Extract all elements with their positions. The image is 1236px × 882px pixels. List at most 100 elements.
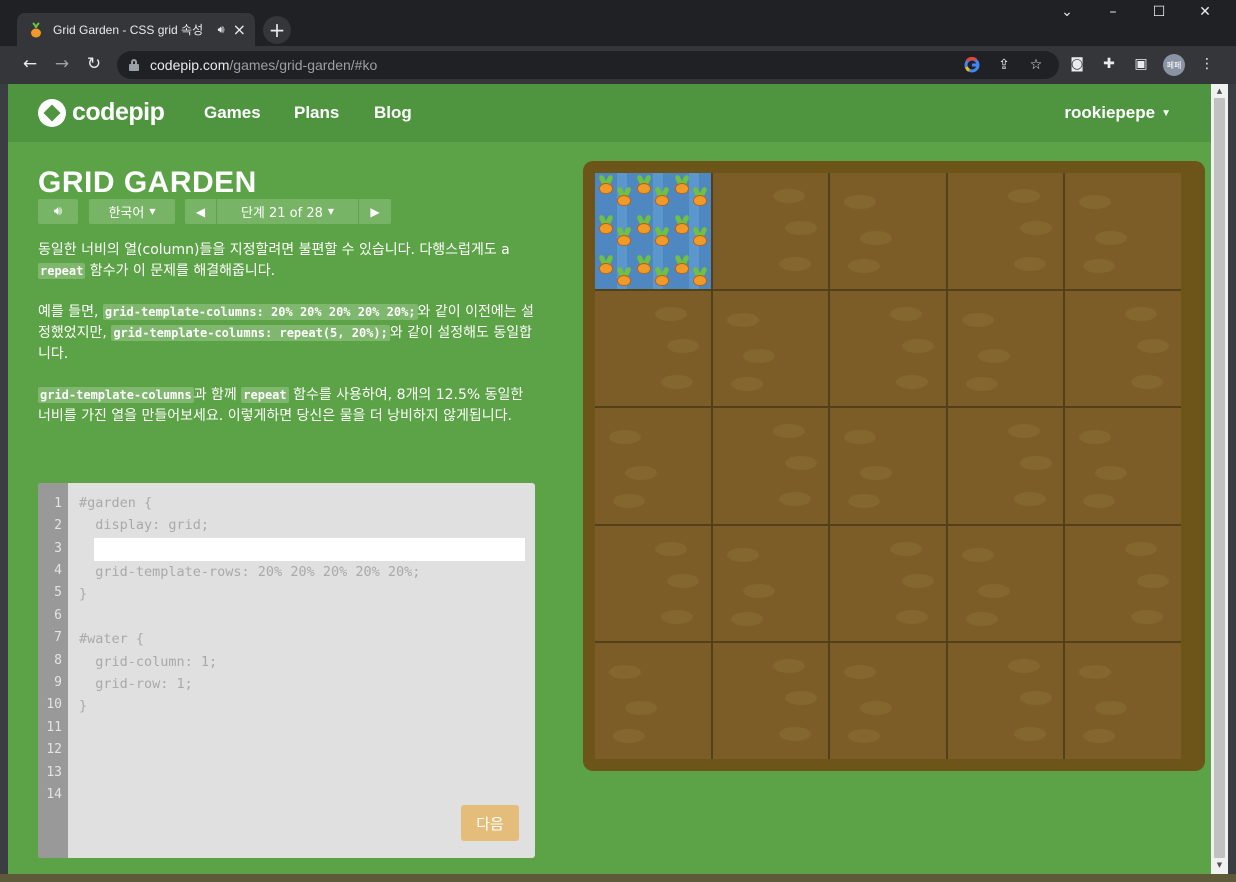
instruction-text: 함수가 이 문제를 해결해줍니다. [85,263,276,279]
carrot-icon [615,267,633,287]
soil-pebble [965,611,998,626]
scroll-thumb[interactable] [1214,98,1225,858]
desktop-background [0,874,1236,882]
code-snippet: repeat [241,387,289,403]
extensions-puzzle-icon[interactable]: ✚ [1100,56,1118,72]
soil-cell [595,525,711,642]
soil-cell [712,408,829,524]
garden-board [583,161,1205,771]
soil-pebble [625,466,657,481]
soil-pebble [1137,573,1170,588]
sound-toggle-button[interactable]: 🔊︎ [38,199,78,224]
soil-cell [712,173,829,289]
soil-pebble [1095,231,1128,245]
carrot-icon [597,255,615,275]
soil-pebble [778,492,811,507]
carrot-icon [635,175,653,195]
bookmark-star-icon[interactable]: ☆ [1027,57,1045,73]
minimize-icon[interactable]: – [1103,4,1123,20]
soil-pebble [1083,494,1116,509]
soil-pebble [1083,729,1116,744]
line-number: 11 [46,720,62,735]
soil-cell [830,290,946,407]
soil-pebble [772,424,805,439]
google-icon[interactable] [963,56,981,77]
caret-down-icon: ▼ [327,207,335,216]
scroll-up-icon[interactable]: ▲ [1211,87,1228,95]
soil-cell [1065,525,1181,642]
site-header: codepip Games Plans Blog rookiepepe ▼ [8,84,1211,142]
instruction-paragraph-2: 예를 들면, grid-template-columns: 20% 20% 20… [38,302,538,365]
page-viewport: codepip Games Plans Blog rookiepepe ▼ GRI… [8,84,1211,874]
code-line: } [79,586,88,602]
nav-plans-link[interactable]: Plans [294,103,339,123]
soil-cell [595,643,711,759]
instruction-text: 과 함께 [193,387,242,403]
tab-search-icon[interactable]: ⌄ [1057,4,1077,20]
browser-tab[interactable]: Grid Garden - CSS grid 속성 🔊︎ × [17,13,255,46]
language-select[interactable]: 한국어 ▼ [89,199,175,224]
soil-pebble [1095,701,1128,716]
soil-cell [712,643,829,759]
triangle-right-icon: ▶ [370,204,380,219]
speaker-icon[interactable]: 🔊︎ [218,23,225,37]
user-menu[interactable]: rookiepepe ▼ [1064,103,1171,123]
nav-games-link[interactable]: Games [204,103,261,123]
code-line: grid-row: 1; [79,676,193,692]
soil-pebble [844,430,877,445]
share-icon[interactable]: ⇪ [995,57,1013,73]
soil-cell [712,525,829,642]
new-tab-button[interactable]: + [263,16,291,44]
codepip-logo[interactable]: codepip [38,98,165,127]
previous-level-button[interactable]: ◀ [185,199,217,224]
soil-pebble [1125,306,1158,321]
soil-cell [1065,408,1181,524]
soil-pebble [1079,430,1112,445]
screenshot-camera-icon[interactable]: ◙ [1068,56,1086,72]
soil-pebble [661,609,693,624]
next-level-button[interactable]: ▶ [358,199,391,224]
line-number: 4 [54,563,62,578]
soil-pebble [961,547,994,562]
menu-kebab-icon[interactable]: ⋮ [1198,56,1216,72]
soil-pebble [844,195,877,209]
maximize-icon[interactable]: ☐ [1149,4,1169,20]
nav-blog-link[interactable]: Blog [374,103,412,123]
back-arrow-icon[interactable]: ← [19,54,41,74]
profile-avatar[interactable]: 페페 [1163,54,1185,76]
code-snippet: repeat [38,263,86,279]
soil-pebble [726,312,759,327]
instruction-paragraph-3: grid-template-columns 과 함께 repeat 함수를 사용하… [38,385,538,427]
instruction-text: 예를 들면, [38,304,103,320]
soil-pebble [661,374,693,389]
triangle-left-icon: ◀ [195,204,206,219]
reload-icon[interactable]: ↻ [83,54,105,74]
soil-pebble [778,727,811,742]
next-button[interactable]: 다음 [461,805,519,841]
soil-pebble [742,583,775,598]
soil-cell [830,408,946,524]
line-number: 10 [46,697,62,712]
line-number: 8 [54,653,62,668]
scroll-down-icon[interactable]: ▼ [1211,861,1228,869]
level-label: 단계 21 of 28 [240,206,323,221]
level-select[interactable]: 단계 21 of 28 ▼ [217,199,358,224]
codepip-logo-icon [38,98,66,127]
address-bar[interactable]: codepip.com/games/grid-garden/#ko ⇪ ☆ [117,51,1059,79]
forward-arrow-icon[interactable]: → [51,54,73,74]
line-number: 12 [46,742,62,757]
window-close-icon[interactable]: ✕ [1195,4,1215,20]
page-scrollbar[interactable]: ▲ ▼ [1211,84,1228,874]
soil-cell [712,290,829,407]
side-panel-icon[interactable]: ▣ [1132,56,1150,72]
css-answer-input[interactable] [94,538,525,561]
close-icon[interactable]: × [233,21,246,38]
soil-pebble [1013,257,1046,271]
soil-pebble [730,611,763,626]
soil-pebble [902,338,935,353]
soil-pebble [1013,727,1046,742]
soil-pebble [1079,195,1112,209]
line-number: 3 [54,541,62,556]
soil-pebble [860,701,893,716]
caret-down-icon: ▼ [1161,108,1171,119]
